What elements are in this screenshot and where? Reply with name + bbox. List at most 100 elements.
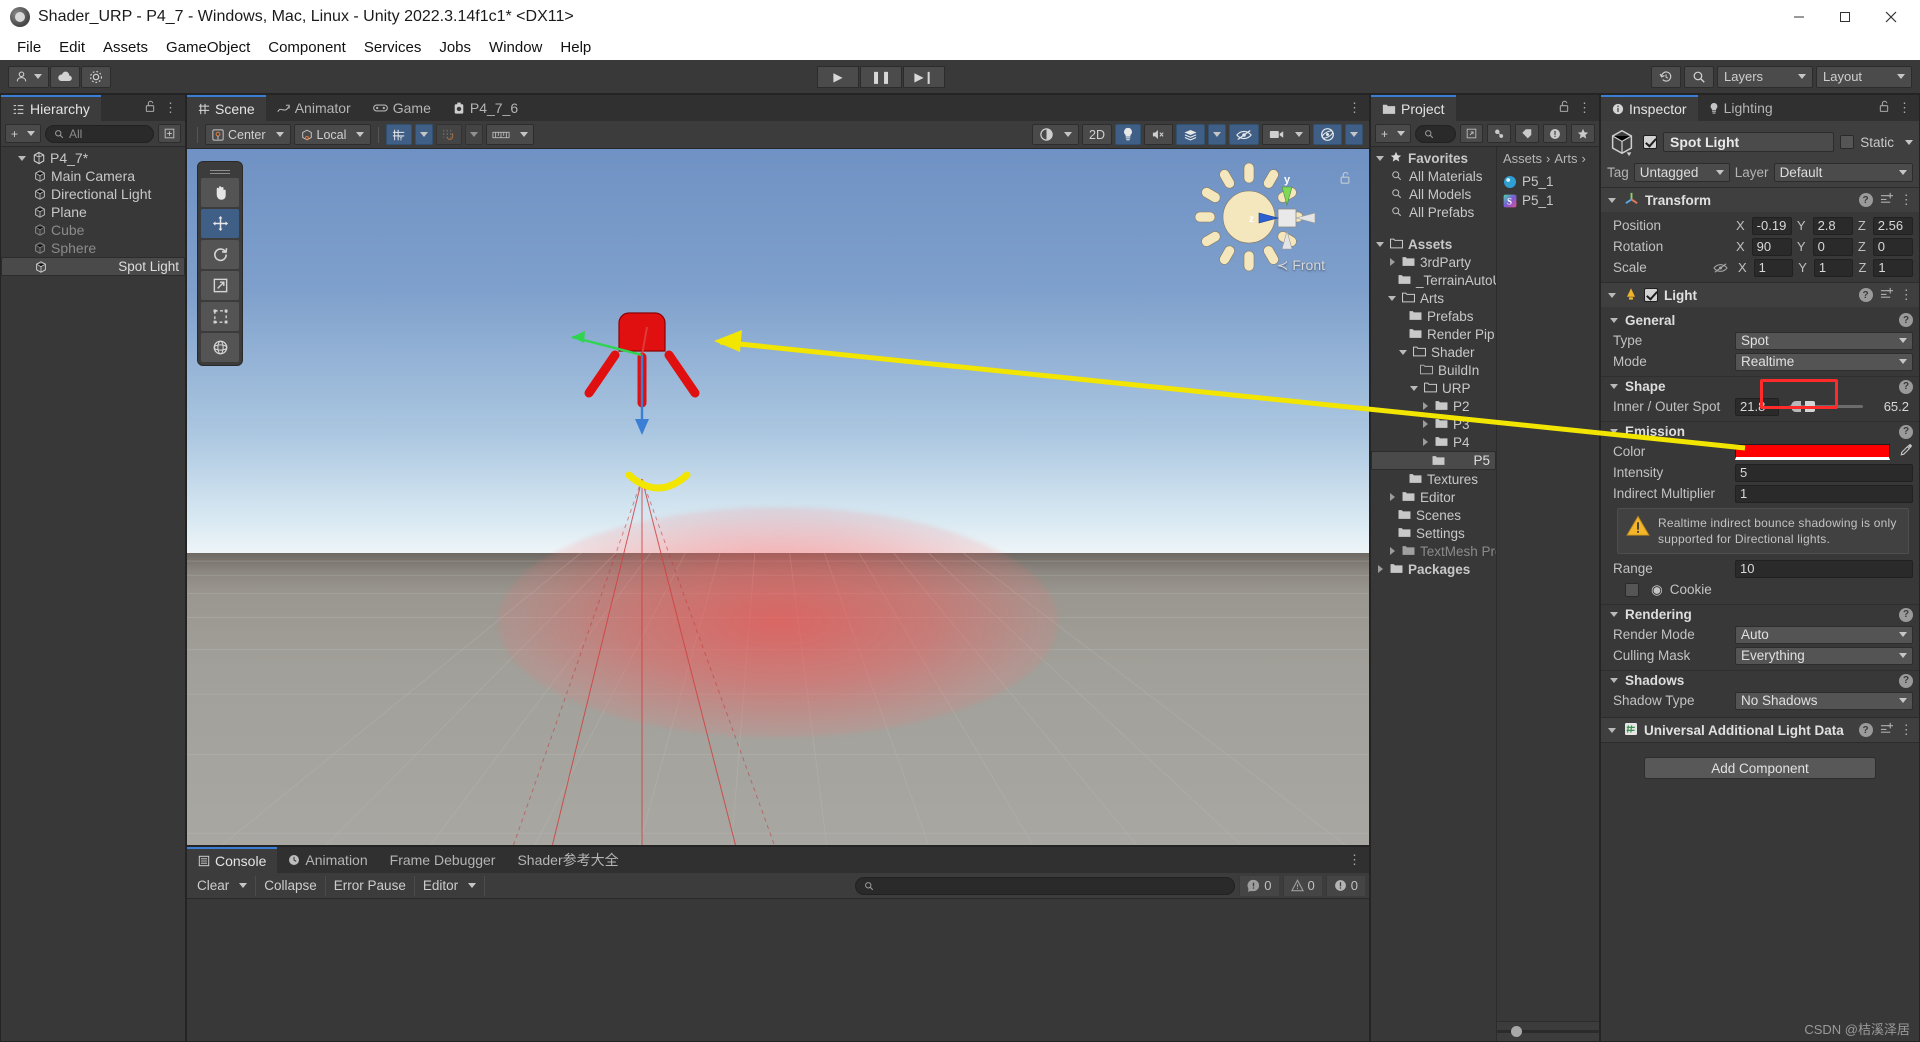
chevron-down-icon[interactable]: [1387, 293, 1398, 304]
light-mode-dropdown[interactable]: Realtime: [1735, 352, 1913, 371]
asset-row-shader[interactable]: S P5_1: [1497, 191, 1599, 210]
chevron-right-icon[interactable]: [1387, 257, 1398, 268]
project-zoom-slider[interactable]: [1497, 1026, 1599, 1037]
preset-icon[interactable]: [1880, 287, 1893, 303]
chevron-down-icon[interactable]: [1607, 290, 1618, 301]
rotation-z-field[interactable]: 0: [1872, 237, 1913, 256]
magnet-snap-dropdown[interactable]: [465, 124, 484, 145]
help-icon[interactable]: ?: [1899, 313, 1913, 327]
move-tool[interactable]: [201, 209, 239, 238]
console-log-list[interactable]: [187, 899, 1369, 1041]
project-row-render-pipeline[interactable]: Render Pip: [1371, 325, 1496, 343]
lock-open-icon[interactable]: [144, 100, 156, 116]
close-button[interactable]: [1868, 0, 1914, 34]
static-checkbox[interactable]: [1840, 135, 1855, 149]
magnet-snap-icon[interactable]: [436, 124, 463, 145]
console-error-count[interactable]: 0: [1325, 875, 1365, 896]
chevron-down-icon[interactable]: [1609, 609, 1620, 620]
maximize-button[interactable]: [1822, 0, 1868, 34]
static-dropdown[interactable]: Static: [1860, 135, 1913, 150]
light-general-header[interactable]: General ?: [1601, 310, 1919, 330]
hierarchy-add-button[interactable]: +: [5, 124, 42, 143]
scene-camera-icon[interactable]: [1262, 124, 1310, 145]
outer-angle-handle[interactable]: [1805, 401, 1815, 412]
chevron-right-icon[interactable]: [1387, 546, 1398, 557]
lock-open-icon[interactable]: [1558, 100, 1570, 116]
project-filter-label-icon[interactable]: [1515, 124, 1539, 143]
project-row-p4[interactable]: P4: [1371, 433, 1496, 451]
light-type-dropdown[interactable]: Spot: [1735, 331, 1913, 350]
position-y-field[interactable]: 2.8: [1812, 216, 1853, 235]
render-mode-dropdown[interactable]: Auto: [1735, 625, 1913, 644]
inner-angle-handle[interactable]: [1791, 401, 1801, 412]
menu-item-help[interactable]: Help: [551, 37, 600, 58]
hierarchy-row-spot-light[interactable]: Spot Light: [1, 257, 185, 276]
scale-y-field[interactable]: 1: [1813, 258, 1854, 277]
hand-tool[interactable]: [201, 178, 239, 207]
effects-dropdown[interactable]: [1208, 124, 1226, 145]
project-row-all-prefabs[interactable]: All Prefabs: [1371, 203, 1496, 221]
project-search-input[interactable]: [1415, 124, 1456, 143]
menu-item-edit[interactable]: Edit: [50, 37, 94, 58]
rotation-x-field[interactable]: 90: [1751, 237, 1792, 256]
project-row-textures[interactable]: Textures: [1371, 470, 1496, 488]
gizmos-dropdown[interactable]: [1345, 124, 1363, 145]
light-header[interactable]: Light ? ⋮: [1601, 283, 1919, 307]
audio-mute-icon[interactable]: [1144, 124, 1173, 145]
project-filter-type-icon[interactable]: [1487, 124, 1511, 143]
chevron-right-icon[interactable]: [1387, 492, 1398, 503]
pivot-mode-button[interactable]: Center: [205, 124, 291, 145]
light-color-swatch[interactable]: [1735, 443, 1890, 460]
object-enabled-checkbox[interactable]: [1643, 135, 1657, 149]
light-shadows-header[interactable]: Shadows ?: [1601, 670, 1919, 690]
project-row-editor[interactable]: Editor: [1371, 488, 1496, 506]
chevron-down-icon[interactable]: [17, 153, 28, 164]
constrain-proportions-icon[interactable]: [1713, 262, 1733, 274]
hierarchy-search-input[interactable]: All: [45, 124, 154, 143]
position-z-field[interactable]: 2.56: [1872, 216, 1913, 235]
inner-spot-angle-field[interactable]: 21.8: [1735, 397, 1779, 416]
object-name-field[interactable]: Spot Light: [1663, 132, 1835, 152]
slider-knob[interactable]: [1511, 1026, 1522, 1037]
asset-row-material[interactable]: P5_1: [1497, 172, 1599, 191]
preset-icon[interactable]: [1880, 192, 1893, 208]
project-row-settings[interactable]: Settings: [1371, 524, 1496, 542]
project-favorites-filter-icon[interactable]: [1571, 124, 1595, 143]
tab-game[interactable]: Game: [362, 95, 442, 121]
project-row-p3[interactable]: P3: [1371, 415, 1496, 433]
menu-item-window[interactable]: Window: [480, 37, 551, 58]
light-range-field[interactable]: 10: [1735, 559, 1913, 578]
hierarchy-filter-icon[interactable]: [158, 124, 181, 143]
tab-animator[interactable]: Animator: [266, 95, 362, 121]
help-icon[interactable]: ?: [1858, 723, 1873, 738]
effects-icon[interactable]: [1176, 124, 1205, 145]
cloud-icon[interactable]: [50, 65, 80, 88]
preset-icon[interactable]: [1880, 722, 1893, 738]
help-icon[interactable]: ?: [1858, 193, 1873, 207]
project-row-p2[interactable]: P2: [1371, 397, 1496, 415]
minimize-button[interactable]: [1776, 0, 1822, 34]
help-icon[interactable]: ?: [1899, 673, 1913, 688]
project-row-scenes[interactable]: Scenes: [1371, 506, 1496, 524]
help-icon[interactable]: ?: [1858, 288, 1873, 302]
chevron-down-icon[interactable]: [1609, 426, 1620, 437]
menu-item-assets[interactable]: Assets: [94, 37, 157, 58]
hidden-objects-icon[interactable]: [1229, 124, 1259, 145]
project-row-prefabs[interactable]: Prefabs: [1371, 307, 1496, 325]
culling-mask-dropdown[interactable]: Everything: [1735, 646, 1913, 665]
scale-tool[interactable]: [201, 271, 239, 300]
position-x-field[interactable]: -0.19: [1751, 216, 1792, 235]
pause-button[interactable]: ❚❚: [860, 65, 902, 88]
project-row-terrainauto[interactable]: _TerrainAutoU: [1371, 271, 1496, 289]
breadcrumb-arts[interactable]: Arts: [1554, 151, 1577, 166]
light-rendering-header[interactable]: Rendering ?: [1601, 604, 1919, 624]
account-icon[interactable]: [8, 65, 49, 88]
tab-inspector[interactable]: Inspector: [1601, 95, 1698, 121]
transform-tool[interactable]: [201, 333, 239, 362]
add-component-button[interactable]: Add Component: [1644, 757, 1876, 780]
layers-dropdown[interactable]: Layers: [1717, 65, 1813, 88]
hierarchy-tree[interactable]: P4_7* Main Camera Directional Light Plan…: [1, 147, 185, 1041]
more-options-icon[interactable]: ⋮: [1898, 100, 1911, 116]
more-options-icon[interactable]: ⋮: [1578, 100, 1591, 116]
shadow-type-dropdown[interactable]: No Shadows: [1735, 691, 1913, 710]
